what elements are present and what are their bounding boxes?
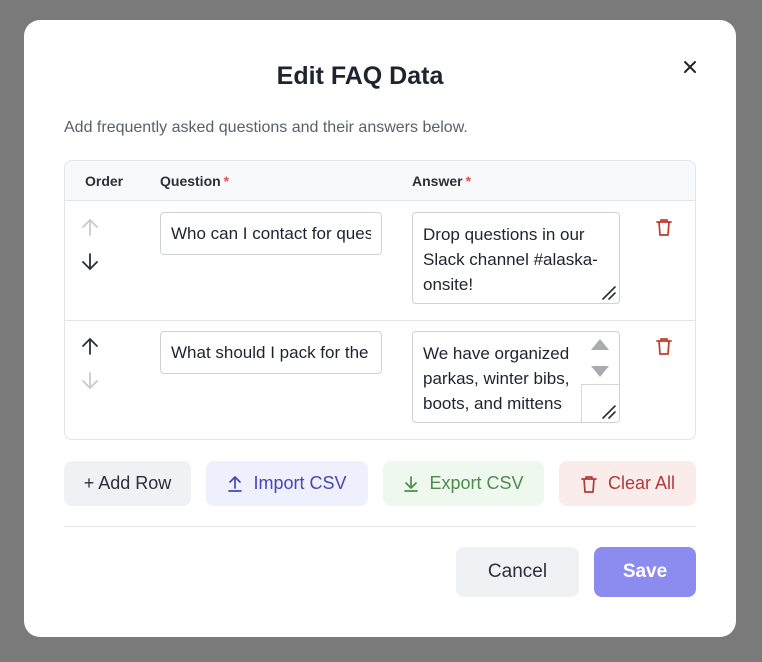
dialog-subtitle: Add frequently asked questions and their… <box>64 119 468 136</box>
cancel-label: Cancel <box>487 561 548 582</box>
arrow-up-icon <box>82 338 98 355</box>
scroll-up-icon[interactable] <box>589 336 611 352</box>
add-row-button[interactable]: + Add Row <box>64 461 191 506</box>
export-csv-label: Export CSV <box>429 473 524 493</box>
save-button[interactable]: Save <box>594 547 696 597</box>
move-up-button[interactable] <box>79 216 101 238</box>
trash-icon <box>580 474 598 494</box>
arrow-down-icon <box>82 253 98 270</box>
scroll-down-icon[interactable] <box>589 364 611 380</box>
add-row-label: + Add Row <box>83 473 172 493</box>
required-mark: * <box>465 173 472 189</box>
delete-row-button[interactable] <box>653 335 675 357</box>
answer-text: Drop questions in our Slack channel #ala… <box>423 225 598 294</box>
clear-all-label: Clear All <box>607 473 676 493</box>
table-row: Who can I contact for questions? Drop qu… <box>65 202 695 321</box>
footer-divider <box>64 526 696 527</box>
edit-faq-dialog: Edit FAQ Data Add frequently asked quest… <box>24 20 736 637</box>
resize-grip-icon[interactable] <box>599 402 617 420</box>
faq-table: Order Question * Answer * Who can I cont… <box>64 160 696 440</box>
move-down-button[interactable] <box>79 370 101 392</box>
trash-icon <box>656 338 672 355</box>
answer-textarea[interactable]: We have organized parkas, winter bibs, b… <box>412 331 620 423</box>
answer-textarea[interactable]: Drop questions in our Slack channel #ala… <box>412 212 620 304</box>
question-input[interactable]: Who can I contact for questions? <box>160 212 382 255</box>
move-up-button[interactable] <box>79 335 101 357</box>
header-order: Order <box>85 173 124 189</box>
save-label: Save <box>622 561 668 582</box>
import-csv-label: Import CSV <box>253 473 347 493</box>
header-question: Question * <box>160 173 230 189</box>
download-icon <box>403 475 419 493</box>
table-row: What should I pack for the trip? We have… <box>65 321 695 439</box>
clear-all-button[interactable]: Clear All <box>559 461 696 506</box>
resize-grip-icon[interactable] <box>599 283 617 301</box>
header-answer: Answer * <box>412 173 472 189</box>
answer-text: We have organized parkas, winter bibs, b… <box>423 344 570 413</box>
export-csv-button[interactable]: Export CSV <box>383 461 544 506</box>
cancel-button[interactable]: Cancel <box>456 547 579 597</box>
delete-row-button[interactable] <box>653 216 675 238</box>
table-header: Order Question * Answer * <box>65 161 695 201</box>
dialog-title: Edit FAQ Data <box>276 62 444 90</box>
question-input[interactable]: What should I pack for the trip? <box>160 331 382 374</box>
upload-icon <box>227 475 243 493</box>
move-down-button[interactable] <box>79 251 101 273</box>
import-csv-button[interactable]: Import CSV <box>206 461 368 506</box>
required-mark: * <box>223 173 230 189</box>
trash-icon <box>656 219 672 236</box>
arrow-up-icon <box>82 219 98 236</box>
arrow-down-icon <box>82 372 98 389</box>
